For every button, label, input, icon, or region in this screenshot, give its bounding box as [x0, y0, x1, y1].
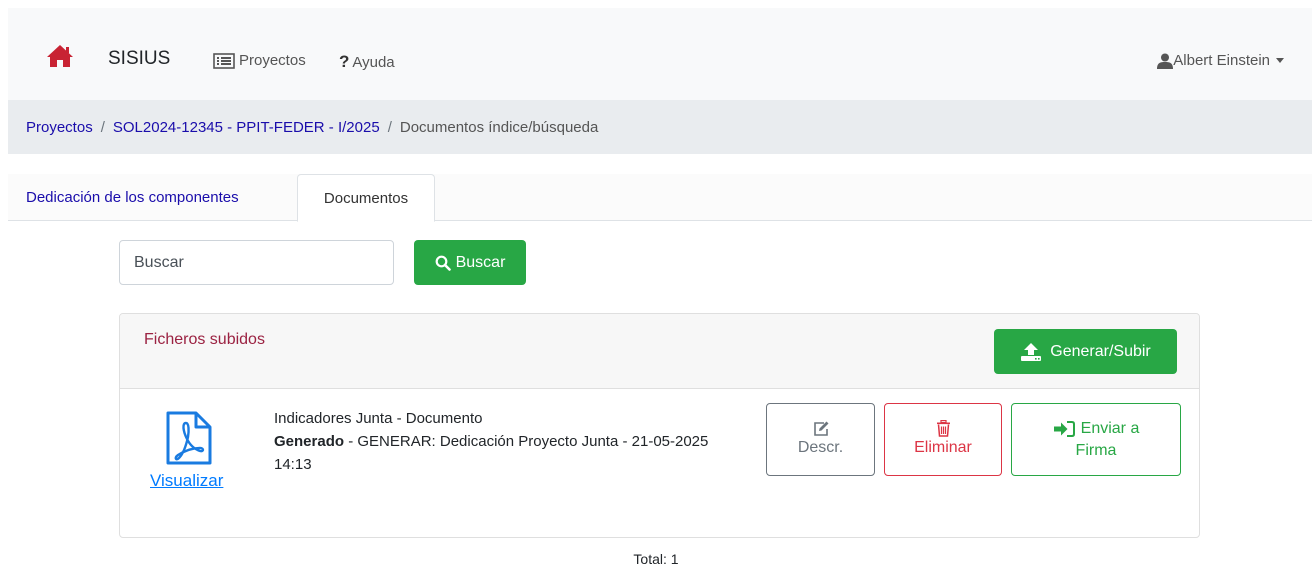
pdf-file-icon[interactable]	[164, 411, 214, 465]
user-menu-dropdown[interactable]: Albert Einstein	[1157, 52, 1284, 69]
breadcrumb-separator: /	[387, 118, 392, 136]
nav-help-label: Ayuda	[352, 53, 395, 71]
files-card-header: Ficheros subidos Generar/Subir	[120, 314, 1199, 389]
file-description: Generado - GENERAR: Dedicación Proyecto …	[274, 430, 744, 476]
sign-in-icon	[1053, 420, 1075, 437]
user-icon	[1157, 53, 1174, 69]
brand-name[interactable]: SISIUS	[108, 48, 170, 70]
search-button[interactable]: Buscar	[414, 240, 526, 285]
tabs-bar: Dedicación de los componentes Documentos	[8, 174, 1312, 222]
generate-upload-label: Generar/Subir	[1050, 342, 1151, 360]
upload-icon	[1021, 342, 1042, 361]
send-to-sign-button[interactable]: Enviar a Firma	[1011, 403, 1181, 476]
delete-label: Eliminar	[914, 439, 972, 456]
breadcrumb-projects[interactable]: Proyectos	[26, 119, 93, 136]
search-button-label: Buscar	[455, 253, 506, 271]
caret-down-icon	[1276, 58, 1284, 63]
delete-button[interactable]: Eliminar	[884, 403, 1002, 476]
visualize-link[interactable]: Visualizar	[150, 471, 223, 491]
user-name: Albert Einstein	[1173, 52, 1270, 69]
breadcrumb-current: Documentos índice/búsqueda	[399, 118, 599, 136]
file-status: Generado	[274, 433, 345, 450]
total-count: Total: 1	[633, 551, 679, 566]
list-icon	[213, 52, 235, 69]
trash-icon	[936, 420, 950, 437]
edit-icon	[813, 421, 828, 436]
edit-description-button[interactable]: Descr.	[766, 403, 875, 476]
nav-help-link[interactable]: ? Ayuda	[339, 52, 395, 72]
search-icon	[435, 255, 451, 271]
send-to-sign-label-2: Firma	[1075, 441, 1117, 459]
search-input[interactable]	[119, 240, 394, 285]
file-name: Indicadores Junta - Documento	[274, 410, 483, 427]
send-to-sign-label-1: Enviar a	[1080, 419, 1140, 437]
breadcrumb-separator: /	[100, 118, 105, 136]
file-info: Indicadores Junta - Documento Generado -…	[274, 407, 744, 476]
tab-documentos[interactable]: Documentos	[297, 174, 435, 222]
nav-projects-link[interactable]: Proyectos	[213, 52, 306, 69]
generate-upload-button[interactable]: Generar/Subir	[994, 329, 1177, 374]
nav-projects-label: Proyectos	[239, 52, 306, 69]
edit-description-label: Descr.	[797, 439, 844, 456]
tab-dedicacion[interactable]: Dedicación de los componentes	[26, 174, 239, 221]
files-card-title: Ficheros subidos	[144, 331, 265, 348]
breadcrumb-project[interactable]: SOL2024-12345 - PPIT-FEDER - I/2025	[113, 119, 380, 136]
home-icon[interactable]	[46, 44, 74, 68]
question-icon: ?	[339, 52, 350, 71]
breadcrumb: Proyectos / SOL2024-12345 - PPIT-FEDER -…	[8, 100, 1312, 154]
send-to-sign-row: Enviar a	[1053, 418, 1140, 440]
files-card: Ficheros subidos Generar/Subir Visualiza…	[119, 313, 1200, 538]
top-navbar: SISIUS Proyectos ? Ayuda Albert Einstein	[8, 8, 1312, 100]
